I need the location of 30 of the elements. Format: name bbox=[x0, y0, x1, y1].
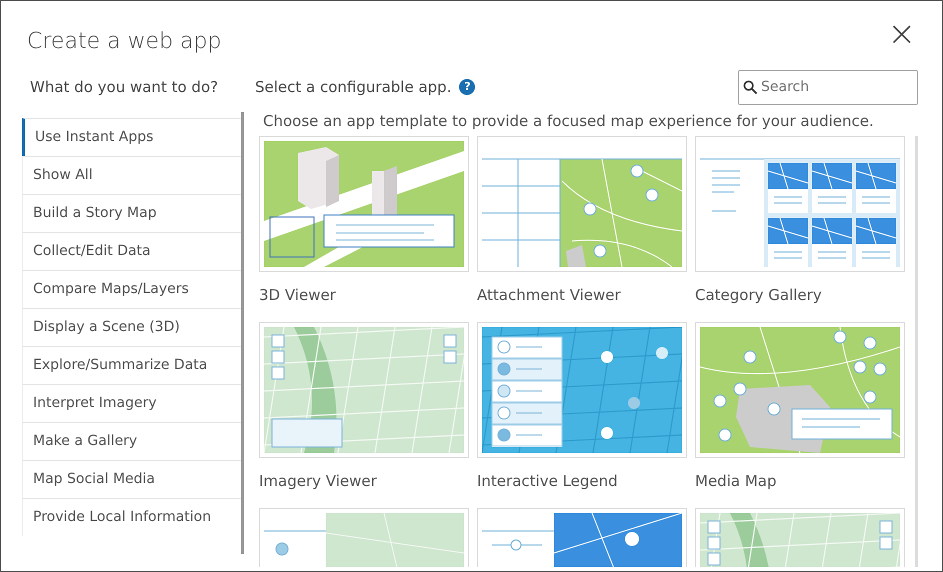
dialog-title: Create a web app bbox=[27, 28, 222, 56]
app-title[interactable]: Media Map bbox=[695, 458, 905, 508]
map-thumbnail-drawing[interactable] bbox=[259, 322, 469, 458]
map-thumbnail-drawing[interactable] bbox=[477, 322, 687, 458]
map-thumbnail-drawing[interactable] bbox=[695, 136, 905, 272]
map-thumbnail-drawing[interactable] bbox=[477, 136, 687, 272]
sidebar-item[interactable]: Use Instant Apps bbox=[22, 118, 241, 156]
sidebar-item[interactable]: Explore/Summarize Data bbox=[22, 346, 241, 384]
help-icon[interactable]: ? bbox=[459, 79, 476, 95]
sidebar-item[interactable]: Show All bbox=[22, 156, 241, 194]
search-field[interactable]: Search bbox=[738, 70, 918, 104]
sidebar-item[interactable]: Display a Scene (3D) bbox=[22, 308, 241, 346]
app-title[interactable]: 3D Viewer bbox=[259, 272, 469, 322]
sidebar-item[interactable]: Collect/Edit Data bbox=[22, 232, 241, 270]
sidebar-item[interactable]: Build a Story Map bbox=[22, 194, 241, 232]
close-button[interactable]: × bbox=[884, 17, 920, 51]
sidebar-item[interactable]: Make a Gallery bbox=[22, 422, 241, 460]
map-thumbnail-drawing[interactable] bbox=[259, 136, 469, 272]
sidebar-item[interactable]: Provide Local Information bbox=[22, 498, 241, 536]
sidebar-item[interactable]: Compare Maps/Layers bbox=[22, 270, 241, 308]
main-heading: Select a configurable app. bbox=[255, 76, 452, 98]
sidebar-heading: What do you want to do? bbox=[29, 76, 220, 98]
app-title[interactable]: Imagery Viewer bbox=[259, 458, 469, 508]
app-title[interactable]: Interactive Legend bbox=[477, 458, 687, 508]
sidebar-item[interactable]: Map Social Media bbox=[22, 460, 241, 498]
description: Choose an app template to provide a focused map experience for your audience. bbox=[262, 111, 875, 132]
app-title[interactable]: Attachment Viewer bbox=[477, 272, 687, 322]
app-title[interactable]: Category Gallery bbox=[695, 272, 905, 322]
sidebar-item[interactable]: Interpret Imagery bbox=[22, 384, 241, 422]
map-thumbnail-drawing[interactable] bbox=[695, 322, 905, 458]
